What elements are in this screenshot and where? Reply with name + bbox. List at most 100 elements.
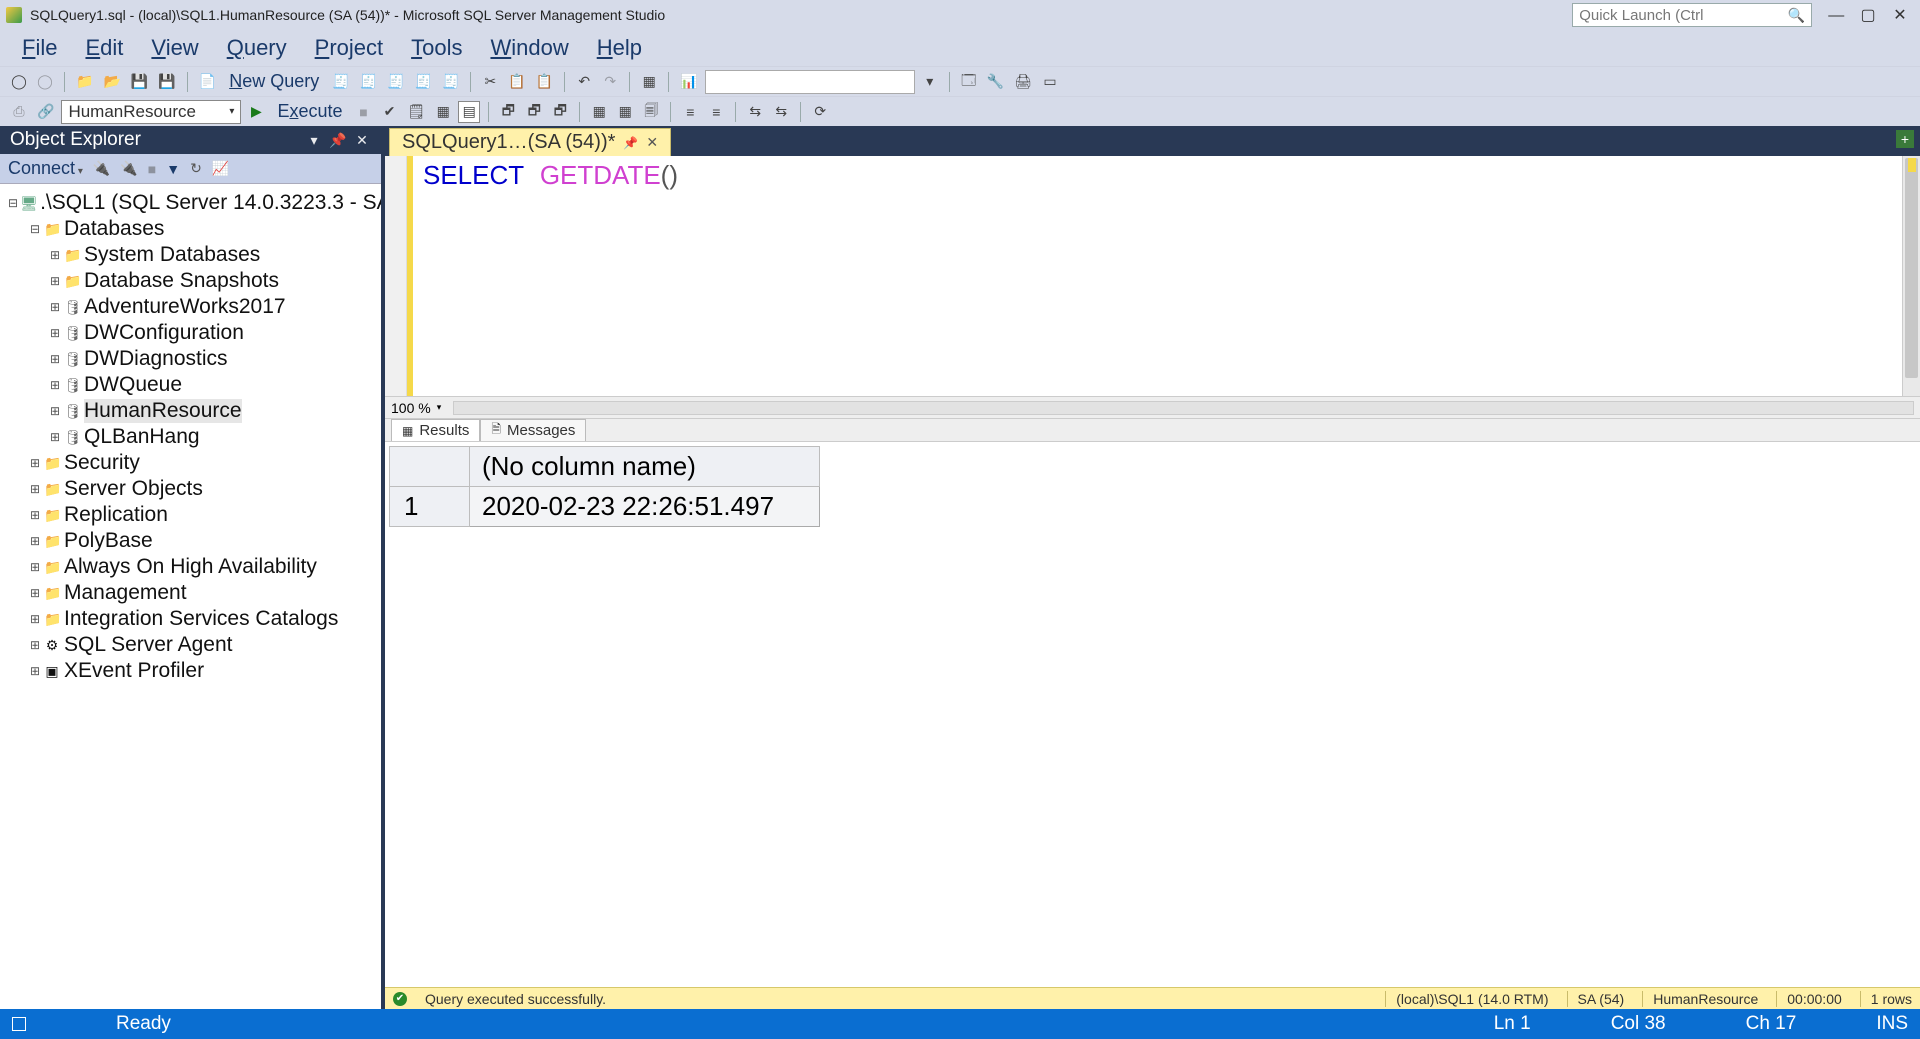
grid-column-header[interactable]: (No column name) [470, 447, 820, 487]
tree-snapshots-folder[interactable]: ⊞📁Database Snapshots [4, 268, 377, 294]
wrench-icon[interactable]: 🔧 [984, 71, 1007, 93]
sql-editor[interactable]: SELECT GETDATE() [385, 156, 1920, 396]
script-icon-5[interactable]: 🧾 [439, 71, 462, 93]
quick-launch-box[interactable]: Quick Launch (Ctrl 🔍 [1572, 3, 1812, 27]
uncomment-icon[interactable]: ⇆ [770, 101, 792, 123]
script-icon-4[interactable]: 🧾 [412, 71, 435, 93]
plan-icon[interactable]: 🗒 [405, 101, 429, 123]
tree-alwayson-folder[interactable]: ⊞📁Always On High Availability [4, 554, 377, 580]
grid-icon[interactable]: ▦ [638, 71, 660, 93]
tab-messages[interactable]: 🗎Messages [480, 419, 586, 441]
new-query-button[interactable]: NNew Queryew Query [223, 71, 325, 93]
maximize-button[interactable]: ▢ [1854, 5, 1882, 25]
document-tab[interactable]: SQLQuery1…(SA (54))* 📌 ✕ [389, 128, 671, 156]
zoom-level[interactable]: 100 % [391, 400, 431, 416]
script-icon-2[interactable]: 🧾 [357, 71, 380, 93]
nav-back-icon[interactable]: ◯ [8, 71, 30, 93]
menu-edit[interactable]: Edit [71, 33, 137, 63]
activity-mon-icon[interactable]: 📈 [212, 160, 229, 177]
editor-hscroll[interactable] [453, 401, 1914, 415]
minimize-button[interactable]: — [1822, 7, 1850, 25]
stats-icon[interactable]: ▦ [432, 101, 454, 123]
close-button[interactable]: ✕ [1886, 5, 1914, 25]
tab-close-icon[interactable]: ✕ [646, 134, 658, 151]
tool-icon-3[interactable]: ▭ [1039, 71, 1061, 93]
indent-icon[interactable]: ≡ [679, 101, 701, 123]
editor-scrollbar[interactable] [1902, 156, 1920, 396]
tree-db-humanresource[interactable]: ⊞🛢HumanResource [4, 398, 377, 424]
find-box[interactable] [705, 70, 915, 94]
refresh-icon[interactable]: ↻ [190, 160, 202, 177]
tree-security-folder[interactable]: ⊞📁Security [4, 450, 377, 476]
panel-close-icon[interactable]: ✕ [353, 132, 371, 149]
tree-sqlagent-node[interactable]: ⊞⚙SQL Server Agent [4, 632, 377, 658]
activity-icon[interactable]: 📊 [677, 71, 700, 93]
grid-cell[interactable]: 2020-02-23 22:26:51.497 [470, 487, 820, 527]
tree-db-dwdiagnostics[interactable]: ⊞🛢DWDiagnostics [4, 346, 377, 372]
tree-management-folder[interactable]: ⊞📁Management [4, 580, 377, 606]
menu-view[interactable]: View [137, 33, 212, 63]
tree-ssis-folder[interactable]: ⊞📁Integration Services Catalogs [4, 606, 377, 632]
object-tree[interactable]: ⊟🖥.\SQL1 (SQL Server 14.0.3223.3 - SA) ⊟… [0, 184, 381, 1009]
parse-check-icon[interactable]: ✔ [379, 101, 401, 123]
save-icon[interactable]: 💾 [128, 71, 151, 93]
tab-pin-icon[interactable]: 📌 [623, 136, 638, 150]
tree-db-dwqueue[interactable]: ⊞🛢DWQueue [4, 372, 377, 398]
results-grid[interactable]: (No column name) 1 2020-02-23 22:26:51.4… [385, 442, 1920, 987]
copy-icon[interactable]: 📋 [505, 71, 528, 93]
script-icon[interactable]: 🧾 [329, 71, 352, 93]
pin-icon[interactable]: 📌 [329, 132, 347, 149]
menu-tools[interactable]: Tools [397, 33, 476, 63]
tree-db-dwconfiguration[interactable]: ⊞🛢DWConfiguration [4, 320, 377, 346]
tool-icon-e[interactable]: ▦ [614, 101, 636, 123]
menu-file[interactable]: File [8, 33, 71, 63]
stop-conn-icon[interactable]: ▼ [166, 161, 180, 177]
stop-icon[interactable]: ■ [353, 101, 375, 123]
tree-db-adventureworks[interactable]: ⊞🛢AdventureWorks2017 [4, 294, 377, 320]
execute-button[interactable]: Execute [271, 101, 348, 123]
menu-query[interactable]: Query [213, 33, 301, 63]
grid-row-header[interactable]: 1 [390, 487, 470, 527]
connect-icon-1[interactable]: 🔌 [93, 160, 110, 177]
paste-icon[interactable]: 📋 [533, 71, 556, 93]
undo-icon[interactable]: ↶ [573, 71, 595, 93]
text-result-icon[interactable]: ▤ [458, 101, 480, 123]
tree-serverobjects-folder[interactable]: ⊞📁Server Objects [4, 476, 377, 502]
new-project-icon[interactable]: 📁 [73, 71, 96, 93]
menu-help[interactable]: Help [583, 33, 656, 63]
tree-db-qlbanhang[interactable]: ⊞🛢QLBanHang [4, 424, 377, 450]
tool-icon-1[interactable]: 🗔 [958, 71, 980, 93]
comment-icon[interactable]: ⇆ [744, 101, 766, 123]
tree-server-node[interactable]: ⊟🖥.\SQL1 (SQL Server 14.0.3223.3 - SA) [4, 190, 377, 216]
tool-icon-a[interactable]: 🗗 [497, 101, 519, 123]
new-query-doc-icon[interactable]: 📄 [196, 71, 219, 93]
tool-icon-f[interactable]: 🗐 [640, 101, 662, 123]
cut-icon[interactable]: ✂ [479, 71, 501, 93]
connect-button[interactable]: Connect ▾ [8, 158, 83, 179]
tab-results[interactable]: ▦Results [391, 419, 480, 441]
editor-code[interactable]: SELECT GETDATE() [413, 156, 1920, 396]
tool-icon-c[interactable]: 🗗 [549, 101, 571, 123]
menu-window[interactable]: Window [476, 33, 582, 63]
connect-icon-2[interactable]: 🔌 [120, 160, 137, 177]
database-selector[interactable]: HumanResource ▾ [61, 100, 241, 124]
nav-fwd-icon[interactable]: ◯ [34, 71, 56, 93]
open-icon[interactable]: 📂 [100, 71, 123, 93]
menu-project[interactable]: Project [301, 33, 397, 63]
tree-replication-folder[interactable]: ⊞📁Replication [4, 502, 377, 528]
tab-add-icon[interactable]: + [1896, 130, 1914, 148]
tree-sysdb-folder[interactable]: ⊞📁System Databases [4, 242, 377, 268]
tree-databases-folder[interactable]: ⊟📁Databases [4, 216, 377, 242]
use-db-icon[interactable]: ⎙ [8, 101, 30, 123]
script-icon-3[interactable]: 🧾 [384, 71, 407, 93]
execute-play-icon[interactable]: ▶ [245, 101, 267, 123]
tool-icon-g[interactable]: ⟳ [809, 101, 831, 123]
dropdown-icon[interactable]: ▾ [919, 71, 941, 93]
tool-icon-d[interactable]: ▦ [588, 101, 610, 123]
redo-icon[interactable]: ↷ [599, 71, 621, 93]
filter-icon[interactable]: ■ [148, 161, 156, 177]
tree-xevent-node[interactable]: ⊞▣XEvent Profiler [4, 658, 377, 684]
tool-icon-b[interactable]: 🗗 [523, 101, 545, 123]
change-conn-icon[interactable]: 🔗 [34, 101, 57, 123]
outdent-icon[interactable]: ≡ [705, 101, 727, 123]
